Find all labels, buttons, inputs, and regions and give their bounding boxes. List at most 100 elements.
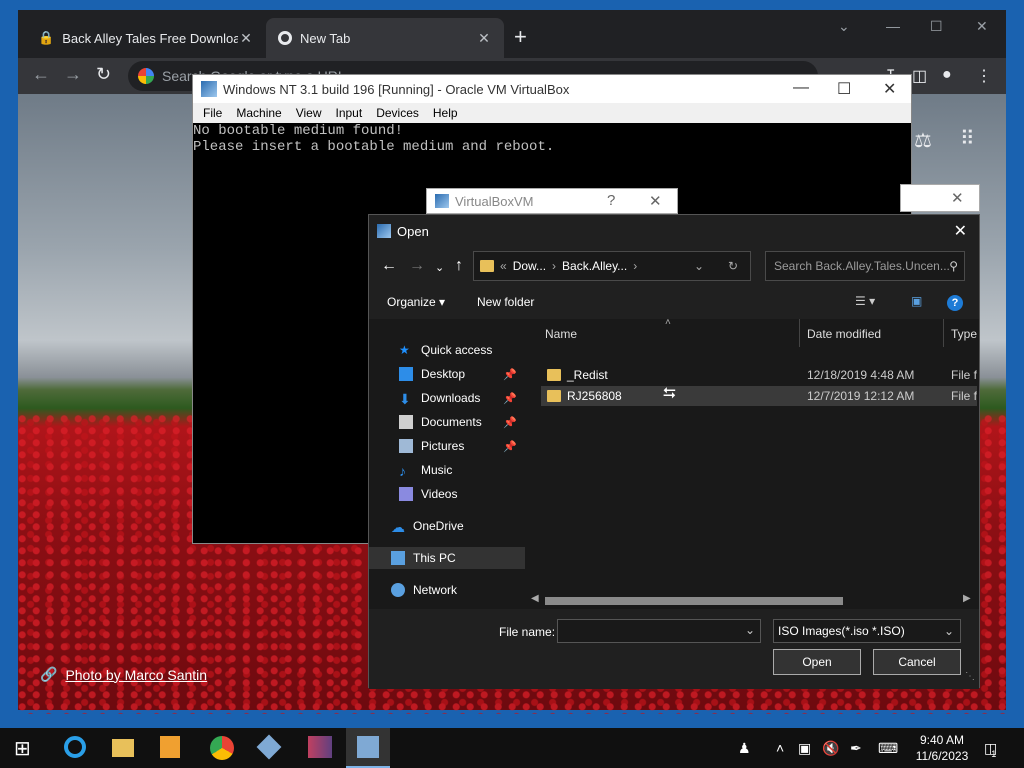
keyboard-icon[interactable]: ⌨ (878, 740, 898, 757)
column-divider[interactable] (799, 319, 800, 347)
close-icon[interactable]: ✕ (951, 189, 964, 207)
chrome-taskbar-icon[interactable] (210, 736, 234, 760)
resize-grip-icon[interactable]: ⋱ (965, 671, 975, 682)
pen-icon[interactable]: ✒ (850, 740, 862, 757)
file-type-select[interactable]: ISO Images(*.iso *.ISO) ⌄ (773, 619, 961, 643)
back-icon[interactable]: ← (32, 64, 50, 85)
apps-grid-icon[interactable]: ⠿ (960, 126, 975, 151)
forward-icon[interactable]: → (409, 257, 425, 275)
breadcrumb-sep: › (633, 259, 638, 273)
nav-this-pc[interactable]: This PC (369, 547, 525, 569)
notification-icon[interactable]: ◫1 (984, 740, 1002, 759)
back-icon[interactable]: ← (381, 257, 397, 275)
nav-onedrive[interactable]: ☁ OneDrive (369, 515, 525, 537)
menu-view[interactable]: View (296, 106, 322, 120)
breadcrumb-back-alley[interactable]: Back.Alley... (562, 259, 627, 273)
pin-icon[interactable]: 📌 (503, 392, 517, 405)
file-row[interactable]: _Redist 12/18/2019 4:48 AM File fo (541, 365, 977, 385)
vbox-title: Windows NT 3.1 build 196 [Running] - Ora… (223, 81, 570, 97)
pin-icon[interactable]: 📌 (503, 368, 517, 381)
game-taskbar-icon[interactable] (308, 736, 332, 760)
pictures-icon (399, 439, 413, 453)
scroll-left-icon[interactable]: ◀ (531, 593, 539, 604)
tab-strip: 🔒 Back Alley Tales Free Download ( ✕ New… (18, 10, 1006, 58)
file-row[interactable]: RJ256808 12/7/2019 12:12 AM File fo (541, 386, 977, 406)
menu-input[interactable]: Input (336, 106, 363, 120)
photo-credit-link[interactable]: Photo by Marco Santin (65, 667, 207, 683)
close-icon[interactable]: ✕ (476, 30, 492, 47)
search-input[interactable]: Search Back.Alley.Tales.Uncen... ⚲ (765, 251, 965, 281)
new-folder-button[interactable]: New folder (477, 295, 534, 309)
refresh-icon[interactable]: ↻ (728, 259, 738, 273)
close-icon[interactable]: ✕ (976, 18, 988, 35)
network-status-icon[interactable]: ▣ (798, 740, 811, 757)
menu-machine[interactable]: Machine (236, 106, 281, 120)
preview-pane-icon[interactable]: ▣ (911, 294, 922, 308)
scrollbar-thumb[interactable] (545, 597, 843, 605)
organize-button[interactable]: Organize ▾ (387, 295, 445, 309)
column-name[interactable]: Name (545, 327, 577, 341)
people-icon[interactable]: ♟ (738, 740, 751, 757)
cancel-button[interactable]: Cancel (873, 649, 961, 675)
menu-icon[interactable]: ⋮ (976, 66, 992, 86)
nav-pictures[interactable]: Pictures 📌 (369, 435, 525, 457)
nav-videos[interactable]: Videos (369, 483, 525, 505)
address-bar[interactable]: « Dow... › Back.Alley... › ⌄ ↻ (473, 251, 751, 281)
clock[interactable]: 9:40 AM 11/6/2023 (912, 732, 972, 764)
nav-music[interactable]: ♪ Music (369, 459, 525, 481)
close-icon[interactable]: ✕ (238, 30, 254, 47)
chevron-up-icon[interactable]: ˄ (776, 740, 784, 756)
windows-start-icon[interactable]: ⊞ (14, 736, 31, 761)
file-type: File fo (951, 389, 977, 403)
tab-back-alley[interactable]: 🔒 Back Alley Tales Free Download ( ✕ (26, 18, 266, 58)
menu-file[interactable]: File (203, 106, 222, 120)
close-icon[interactable]: ✕ (883, 79, 896, 99)
file-date: 12/18/2019 4:48 AM (807, 368, 915, 382)
menu-help[interactable]: Help (433, 106, 458, 120)
column-divider[interactable] (943, 319, 944, 347)
pin-icon[interactable]: 📌 (503, 440, 517, 453)
pin-icon[interactable]: 📌 (503, 416, 517, 429)
chevron-down-icon[interactable]: ⌄ (745, 623, 755, 637)
maximize-icon[interactable]: ☐ (930, 18, 943, 35)
reload-icon[interactable]: ↻ (96, 64, 111, 85)
nav-quick-access[interactable]: ★ Quick access (369, 339, 525, 361)
chevron-down-icon[interactable]: ⌄ (694, 259, 704, 273)
minimize-icon[interactable]: — (886, 18, 900, 34)
nav-network[interactable]: Network (369, 579, 525, 601)
forward-icon[interactable]: → (64, 64, 82, 85)
column-type[interactable]: Type (951, 327, 977, 341)
horizontal-scrollbar[interactable]: ◀ ▶ (527, 593, 979, 609)
virtualbox-taskbar-icon[interactable] (256, 734, 282, 760)
tab-new-tab[interactable]: New Tab ✕ (266, 18, 504, 58)
maximize-icon[interactable]: ☐ (837, 79, 851, 99)
close-icon[interactable]: ✕ (649, 192, 662, 210)
new-tab-button[interactable]: + (514, 24, 527, 50)
ie-icon[interactable] (64, 736, 88, 760)
volume-muted-icon[interactable]: 🔇 (822, 740, 839, 757)
up-icon[interactable]: ↑ (455, 257, 463, 275)
nav-downloads[interactable]: ⬇ Downloads 📌 (369, 387, 525, 409)
breadcrumb-downloads[interactable]: Dow... (513, 259, 546, 273)
help-icon[interactable]: ? (947, 295, 963, 311)
column-date-modified[interactable]: Date modified (807, 327, 881, 341)
profile-icon[interactable]: ● (942, 66, 952, 84)
nav-desktop[interactable]: Desktop 📌 (369, 363, 525, 385)
file-explorer-icon[interactable] (112, 736, 136, 760)
minimize-icon[interactable]: — (793, 79, 809, 97)
menu-devices[interactable]: Devices (376, 106, 419, 120)
labs-icon[interactable]: ⚖ (914, 128, 932, 153)
open-button[interactable]: Open (773, 649, 861, 675)
virtualbox-vm-taskbar-icon[interactable] (346, 728, 390, 768)
sidepanel-icon[interactable]: ◫ (912, 66, 927, 86)
media-player-icon[interactable] (160, 736, 184, 760)
view-options-icon[interactable]: ☰ ▾ (855, 294, 875, 308)
help-icon[interactable]: ? (607, 192, 615, 209)
close-icon[interactable]: ✕ (954, 221, 967, 241)
scroll-right-icon[interactable]: ▶ (963, 593, 971, 604)
file-name-input[interactable] (557, 619, 761, 643)
photo-credit[interactable]: 🔗 Photo by Marco Santin (40, 666, 207, 683)
nav-documents[interactable]: Documents 📌 (369, 411, 525, 433)
chevron-down-icon[interactable]: ⌄ (435, 261, 444, 274)
chevron-down-icon[interactable]: ⌄ (838, 18, 850, 35)
